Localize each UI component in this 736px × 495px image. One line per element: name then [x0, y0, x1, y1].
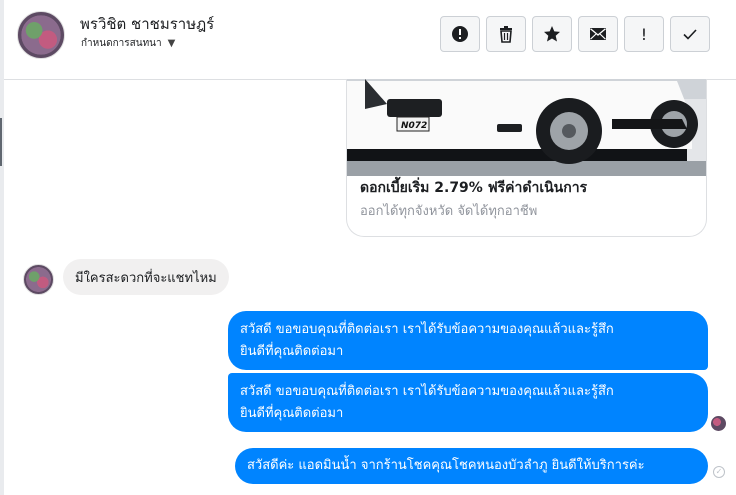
sender-avatar[interactable] [23, 264, 54, 295]
report-button[interactable] [440, 16, 480, 52]
message-line: สวัสดี ขอขอบคุณที่ติดต่อเรา เราได้รับข้อ… [240, 322, 614, 337]
scroll-indicator[interactable] [0, 118, 2, 166]
message-line: ยินดีที่คุณติดต่อมา [240, 406, 344, 421]
caret-down-icon: ▼ [167, 38, 176, 49]
message-line: สวัสดี ขอขอบคุณที่ติดต่อเรา เราได้รับข้อ… [240, 384, 614, 399]
license-plate: N072 [401, 121, 427, 131]
outgoing-message[interactable]: สวัสดี ขอขอบคุณที่ติดต่อเรา เราได้รับข้อ… [228, 311, 708, 370]
ad-title: ดอกเบี้ยเริ่ม 2.79% ฟรีค่าดำเนินการ [360, 180, 588, 196]
sent-check-icon: ✓ [713, 466, 725, 478]
conversation-settings-label: กำหนดการสนทนา [81, 38, 162, 49]
mark-unread-button[interactable] [578, 16, 618, 52]
message-line: ยินดีที่คุณติดต่อมา [240, 344, 344, 359]
outgoing-message[interactable]: สวัสดีค่ะ แอดมินน้ำ จากร้านโชคคุณโชคหนอง… [235, 448, 708, 484]
alert-circle-icon [452, 26, 468, 42]
envelope-icon [590, 28, 606, 40]
incoming-message[interactable]: มีใครสะดวกที่จะแชทไหม [63, 259, 229, 295]
action-toolbar: ! [440, 16, 710, 52]
car-image: N072 [347, 79, 706, 176]
ad-subtitle: ออกได้ทุกจังหวัด จัดได้ทุกอาชีพ [360, 204, 538, 219]
star-button[interactable] [532, 16, 572, 52]
message-line: สวัสดีค่ะ แอดมินน้ำ จากร้านโชคคุณโชคหนอง… [247, 458, 645, 473]
done-button[interactable] [670, 16, 710, 52]
contact-name[interactable]: พรวิชิต ชาชมราษฎร์ [80, 12, 214, 36]
check-icon [683, 29, 697, 40]
star-icon [544, 26, 560, 42]
exclamation-icon: ! [640, 24, 648, 44]
outgoing-message[interactable]: สวัสดี ขอขอบคุณที่ติดต่อเรา เราได้รับข้อ… [228, 373, 708, 432]
spam-button[interactable]: ! [624, 16, 664, 52]
seen-avatar [711, 416, 726, 431]
trash-icon [500, 26, 512, 43]
conversation-header: พรวิชิต ชาชมราษฎร์ กำหนดการสนทนา ▼ ! [4, 0, 736, 80]
avatar[interactable] [17, 11, 65, 59]
delete-button[interactable] [486, 16, 526, 52]
ad-card[interactable]: N072 ดอกเบี้ยเริ่ม 2.79% ฟรีค่าดำเนินการ… [346, 79, 707, 237]
conversation-settings[interactable]: กำหนดการสนทนา ▼ [81, 36, 175, 51]
